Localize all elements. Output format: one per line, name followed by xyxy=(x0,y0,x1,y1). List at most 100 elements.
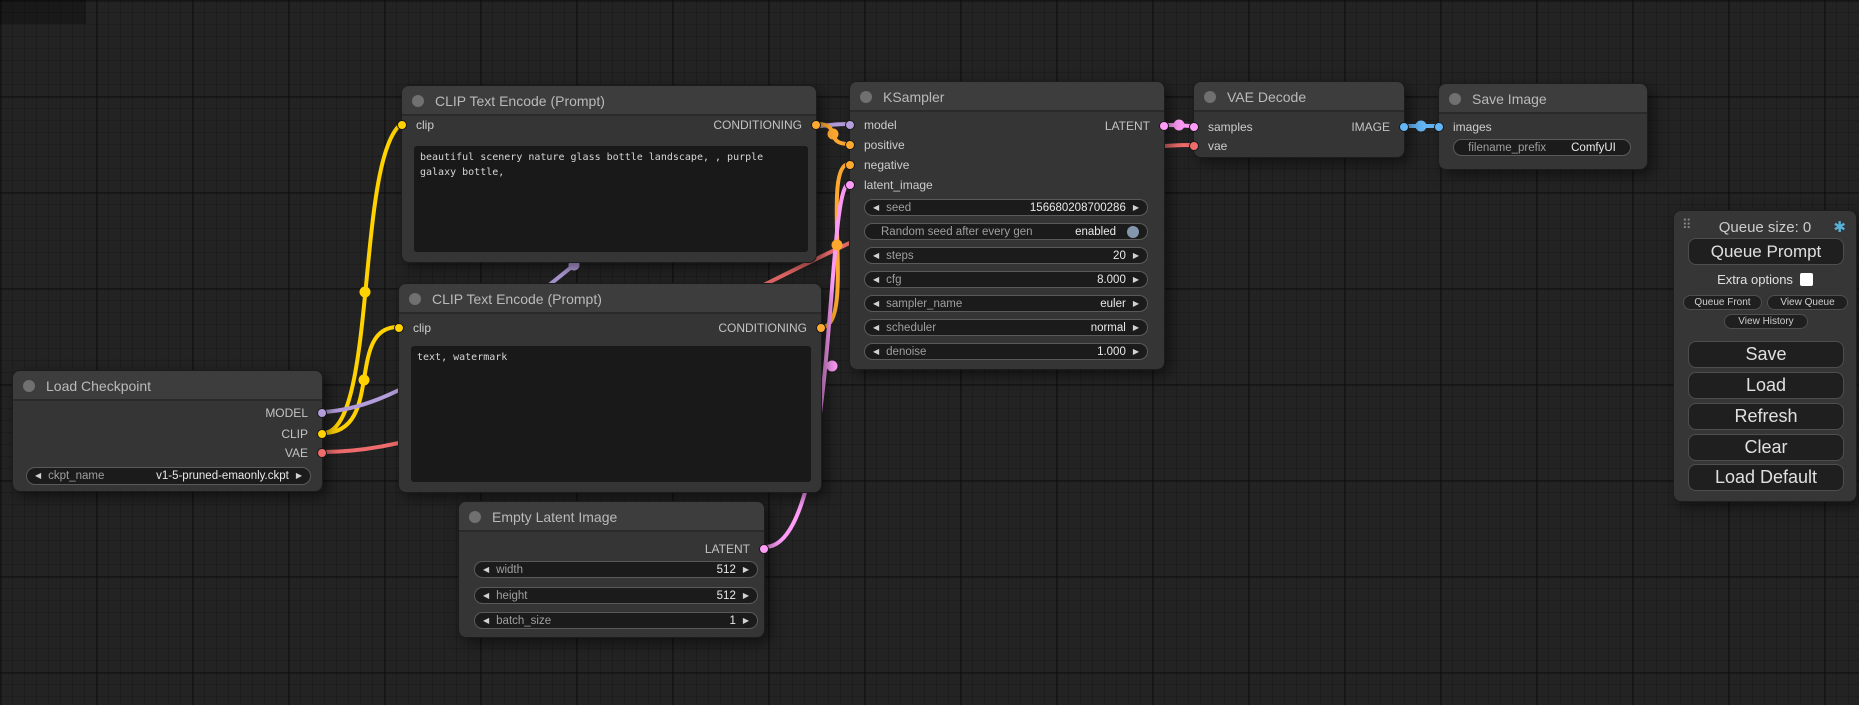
output-label: LATENT xyxy=(1105,119,1150,133)
decrement-arrow-icon[interactable]: ◀ xyxy=(873,324,879,332)
clip-output-slot[interactable] xyxy=(317,429,327,439)
vae-output-slot[interactable] xyxy=(317,448,327,458)
node-title-bar[interactable]: Empty Latent Image xyxy=(459,502,764,532)
conditioning-output-slot[interactable] xyxy=(816,323,826,333)
negative-input-slot[interactable] xyxy=(845,160,855,170)
increment-arrow-icon[interactable]: ▶ xyxy=(1133,300,1139,308)
node-title-bar[interactable]: VAE Decode xyxy=(1194,82,1404,112)
ckpt-name-widget[interactable]: ◀ ckpt_name v1-5-pruned-emaonly.ckpt ▶ xyxy=(26,467,311,485)
output-label: CLIP xyxy=(281,427,308,441)
node-load-checkpoint: Load Checkpoint MODEL CLIP VAE ◀ ckpt_na… xyxy=(12,370,323,492)
denoise-widget[interactable]: ◀ denoise 1.000 ▶ xyxy=(864,343,1148,360)
widget-name: filename_prefix xyxy=(1468,142,1546,154)
collapse-dot-icon[interactable] xyxy=(1449,93,1461,105)
width-widget[interactable]: ◀ width 512 ▶ xyxy=(474,561,758,578)
model-output-slot[interactable] xyxy=(317,408,327,418)
node-title-bar[interactable]: KSampler xyxy=(850,82,1164,112)
widget-value: 512 xyxy=(717,590,736,602)
load-default-button[interactable]: Load Default xyxy=(1688,464,1844,491)
increment-arrow-icon[interactable]: ▶ xyxy=(1133,252,1139,260)
output-label: CONDITIONING xyxy=(718,321,807,335)
collapse-dot-icon[interactable] xyxy=(409,293,421,305)
sampler-name-widget[interactable]: ◀ sampler_name euler ▶ xyxy=(864,295,1148,312)
clear-button[interactable]: Clear xyxy=(1688,434,1844,461)
seed-widget[interactable]: ◀ seed 156680208700286 ▶ xyxy=(864,199,1148,216)
decrement-arrow-icon[interactable]: ◀ xyxy=(873,204,879,212)
latent-output-slot[interactable] xyxy=(759,544,769,554)
images-input-slot[interactable] xyxy=(1434,122,1444,132)
increment-arrow-icon[interactable]: ▶ xyxy=(1133,324,1139,332)
latent-image-input-slot[interactable] xyxy=(845,180,855,190)
decrement-arrow-icon[interactable]: ◀ xyxy=(483,566,489,574)
output-label: CONDITIONING xyxy=(713,118,802,132)
conditioning-output-slot[interactable] xyxy=(811,120,821,130)
widget-value: 1.000 xyxy=(1097,346,1126,358)
prompt-textarea[interactable]: beautiful scenery nature glass bottle la… xyxy=(414,146,808,252)
increment-arrow-icon[interactable]: ▶ xyxy=(1133,204,1139,212)
node-title-bar[interactable]: Load Checkpoint xyxy=(13,371,322,401)
link-midpoint-dot xyxy=(359,375,370,386)
increment-arrow-icon[interactable]: ▶ xyxy=(743,592,749,600)
node-ksampler: KSampler model LATENT positive negative … xyxy=(849,81,1165,370)
prompt-textarea[interactable]: text, watermark xyxy=(411,346,811,482)
vae-input-slot[interactable] xyxy=(1189,141,1199,151)
random-seed-widget[interactable]: Random seed after every gen enabled xyxy=(864,223,1148,240)
queue-front-button[interactable]: Queue Front xyxy=(1683,295,1762,310)
queue-prompt-button[interactable]: Queue Prompt xyxy=(1688,238,1844,265)
increment-arrow-icon[interactable]: ▶ xyxy=(1133,348,1139,356)
random-seed-toggle-icon[interactable] xyxy=(1127,226,1139,238)
output-label: IMAGE xyxy=(1351,120,1390,134)
output-label: MODEL xyxy=(265,406,308,420)
node-title-bar[interactable]: Save Image xyxy=(1439,84,1647,114)
link-midpoint-dot xyxy=(1416,121,1427,132)
gear-icon[interactable]: ✱ xyxy=(1833,218,1846,236)
output-label: VAE xyxy=(285,446,308,460)
increment-arrow-icon[interactable]: ▶ xyxy=(1133,276,1139,284)
image-output-slot[interactable] xyxy=(1399,122,1409,132)
collapse-dot-icon[interactable] xyxy=(23,380,35,392)
collapse-dot-icon[interactable] xyxy=(1204,91,1216,103)
node-empty-latent-image: Empty Latent Image LATENT ◀ width 512 ▶ … xyxy=(458,501,765,638)
increment-arrow-icon[interactable]: ▶ xyxy=(296,472,302,480)
steps-widget[interactable]: ◀ steps 20 ▶ xyxy=(864,247,1148,264)
decrement-arrow-icon[interactable]: ◀ xyxy=(35,472,41,480)
widget-name: batch_size xyxy=(496,615,551,627)
decrement-arrow-icon[interactable]: ◀ xyxy=(873,252,879,260)
increment-arrow-icon[interactable]: ▶ xyxy=(743,617,749,625)
view-queue-button[interactable]: View Queue xyxy=(1767,295,1848,310)
decrement-arrow-icon[interactable]: ◀ xyxy=(483,592,489,600)
widget-value: 8.000 xyxy=(1097,274,1126,286)
widget-name: ckpt_name xyxy=(48,470,104,482)
collapse-dot-icon[interactable] xyxy=(469,511,481,523)
widget-name: seed xyxy=(886,202,911,214)
scheduler-widget[interactable]: ◀ scheduler normal ▶ xyxy=(864,319,1148,336)
extra-options-checkbox[interactable] xyxy=(1800,273,1813,286)
decrement-arrow-icon[interactable]: ◀ xyxy=(873,300,879,308)
cfg-widget[interactable]: ◀ cfg 8.000 ▶ xyxy=(864,271,1148,288)
collapse-dot-icon[interactable] xyxy=(412,95,424,107)
batch-size-widget[interactable]: ◀ batch_size 1 ▶ xyxy=(474,612,758,629)
output-label: LATENT xyxy=(705,542,750,556)
latent-output-slot[interactable] xyxy=(1159,121,1169,131)
link-midpoint-dot xyxy=(827,361,838,372)
input-label: latent_image xyxy=(864,178,933,192)
collapse-dot-icon[interactable] xyxy=(860,91,872,103)
node-title-bar[interactable]: CLIP Text Encode (Prompt) xyxy=(402,86,816,116)
filename-prefix-widget[interactable]: filename_prefix ComfyUI xyxy=(1453,139,1631,156)
increment-arrow-icon[interactable]: ▶ xyxy=(743,566,749,574)
decrement-arrow-icon[interactable]: ◀ xyxy=(873,276,879,284)
decrement-arrow-icon[interactable]: ◀ xyxy=(483,617,489,625)
widget-value: v1-5-pruned-emaonly.ckpt xyxy=(156,470,289,482)
view-history-button[interactable]: View History xyxy=(1724,314,1808,329)
widget-value: 156680208700286 xyxy=(1030,202,1126,214)
load-button[interactable]: Load xyxy=(1688,372,1844,399)
refresh-button[interactable]: Refresh xyxy=(1688,403,1844,430)
node-title-bar[interactable]: CLIP Text Encode (Prompt) xyxy=(399,284,821,314)
node-canvas[interactable]: Load Checkpoint MODEL CLIP VAE ◀ ckpt_na… xyxy=(0,0,1859,705)
decrement-arrow-icon[interactable]: ◀ xyxy=(873,348,879,356)
input-label: negative xyxy=(864,158,909,172)
save-button[interactable]: Save xyxy=(1688,341,1844,368)
height-widget[interactable]: ◀ height 512 ▶ xyxy=(474,587,758,604)
positive-input-slot[interactable] xyxy=(845,140,855,150)
widget-value: 1 xyxy=(729,615,735,627)
